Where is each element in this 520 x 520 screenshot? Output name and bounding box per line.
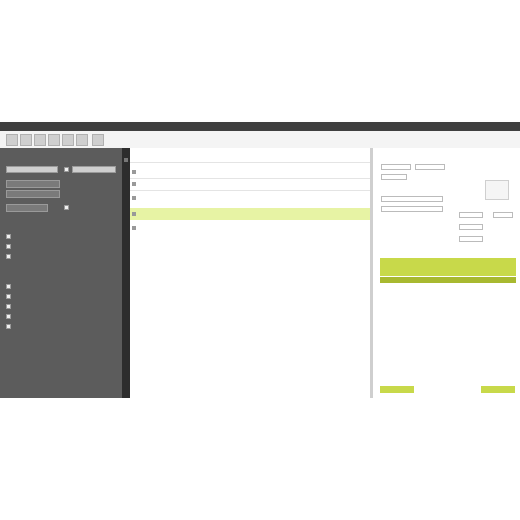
detail-field[interactable] [459, 212, 483, 218]
sidebar-filter-button[interactable] [6, 204, 48, 212]
table-row[interactable] [130, 180, 370, 188]
sidebar-field[interactable] [6, 166, 58, 173]
checkbox-icon[interactable] [6, 294, 11, 299]
detail-highlight-row[interactable] [380, 277, 516, 283]
list-row-icon [132, 226, 136, 230]
sidebar-splitter[interactable] [122, 148, 130, 398]
toolbar-button-icon[interactable] [62, 134, 74, 146]
table-row[interactable] [130, 224, 370, 232]
detail-field[interactable] [381, 206, 443, 212]
list-row-icon [132, 196, 136, 200]
toolbar-button-icon[interactable] [20, 134, 32, 146]
checkbox-icon[interactable] [6, 314, 11, 319]
toolbar-button-icon[interactable] [48, 134, 60, 146]
detail-left-button[interactable] [380, 386, 414, 393]
table-row[interactable] [130, 168, 370, 176]
list-row-icon [132, 170, 136, 174]
detail-field[interactable] [381, 164, 411, 170]
detail-field[interactable] [381, 196, 443, 202]
app-window [0, 122, 520, 398]
checkbox-icon[interactable] [6, 244, 11, 249]
checkbox-icon[interactable] [6, 304, 11, 309]
sidebar-action-button[interactable] [6, 180, 60, 188]
detail-field[interactable] [381, 174, 407, 180]
checkbox-icon[interactable] [64, 205, 69, 210]
divider [130, 178, 370, 179]
detail-field[interactable] [459, 236, 483, 242]
detail-field[interactable] [459, 224, 483, 230]
divider [130, 162, 370, 163]
title-bar [0, 122, 520, 131]
list-header [130, 148, 370, 158]
results-list [130, 148, 370, 398]
list-row-icon [132, 212, 136, 216]
detail-field[interactable] [493, 212, 513, 218]
sidebar-action-button-2[interactable] [6, 190, 60, 198]
divider [130, 190, 370, 191]
detail-field[interactable] [415, 164, 445, 170]
detail-highlight-band [380, 258, 516, 276]
checkbox-icon[interactable] [6, 324, 11, 329]
toolbar-button-icon[interactable] [6, 134, 18, 146]
table-row[interactable] [130, 194, 370, 202]
sidebar [0, 148, 122, 398]
checkbox-icon[interactable] [6, 254, 11, 259]
detail-panel [373, 148, 520, 398]
detail-right-button[interactable] [481, 386, 515, 393]
checkbox-icon[interactable] [6, 284, 11, 289]
checkbox-icon[interactable] [6, 234, 11, 239]
sidebar-field-secondary[interactable] [72, 166, 116, 173]
detail-thumbnail [485, 180, 509, 200]
toolbar [0, 131, 520, 149]
splitter-grip-icon[interactable] [124, 158, 128, 162]
toolbar-button-icon[interactable] [92, 134, 104, 146]
checkbox-icon[interactable] [64, 167, 69, 172]
toolbar-button-icon[interactable] [34, 134, 46, 146]
list-row-icon [132, 182, 136, 186]
toolbar-button-icon[interactable] [76, 134, 88, 146]
table-row-selected[interactable] [130, 208, 370, 220]
